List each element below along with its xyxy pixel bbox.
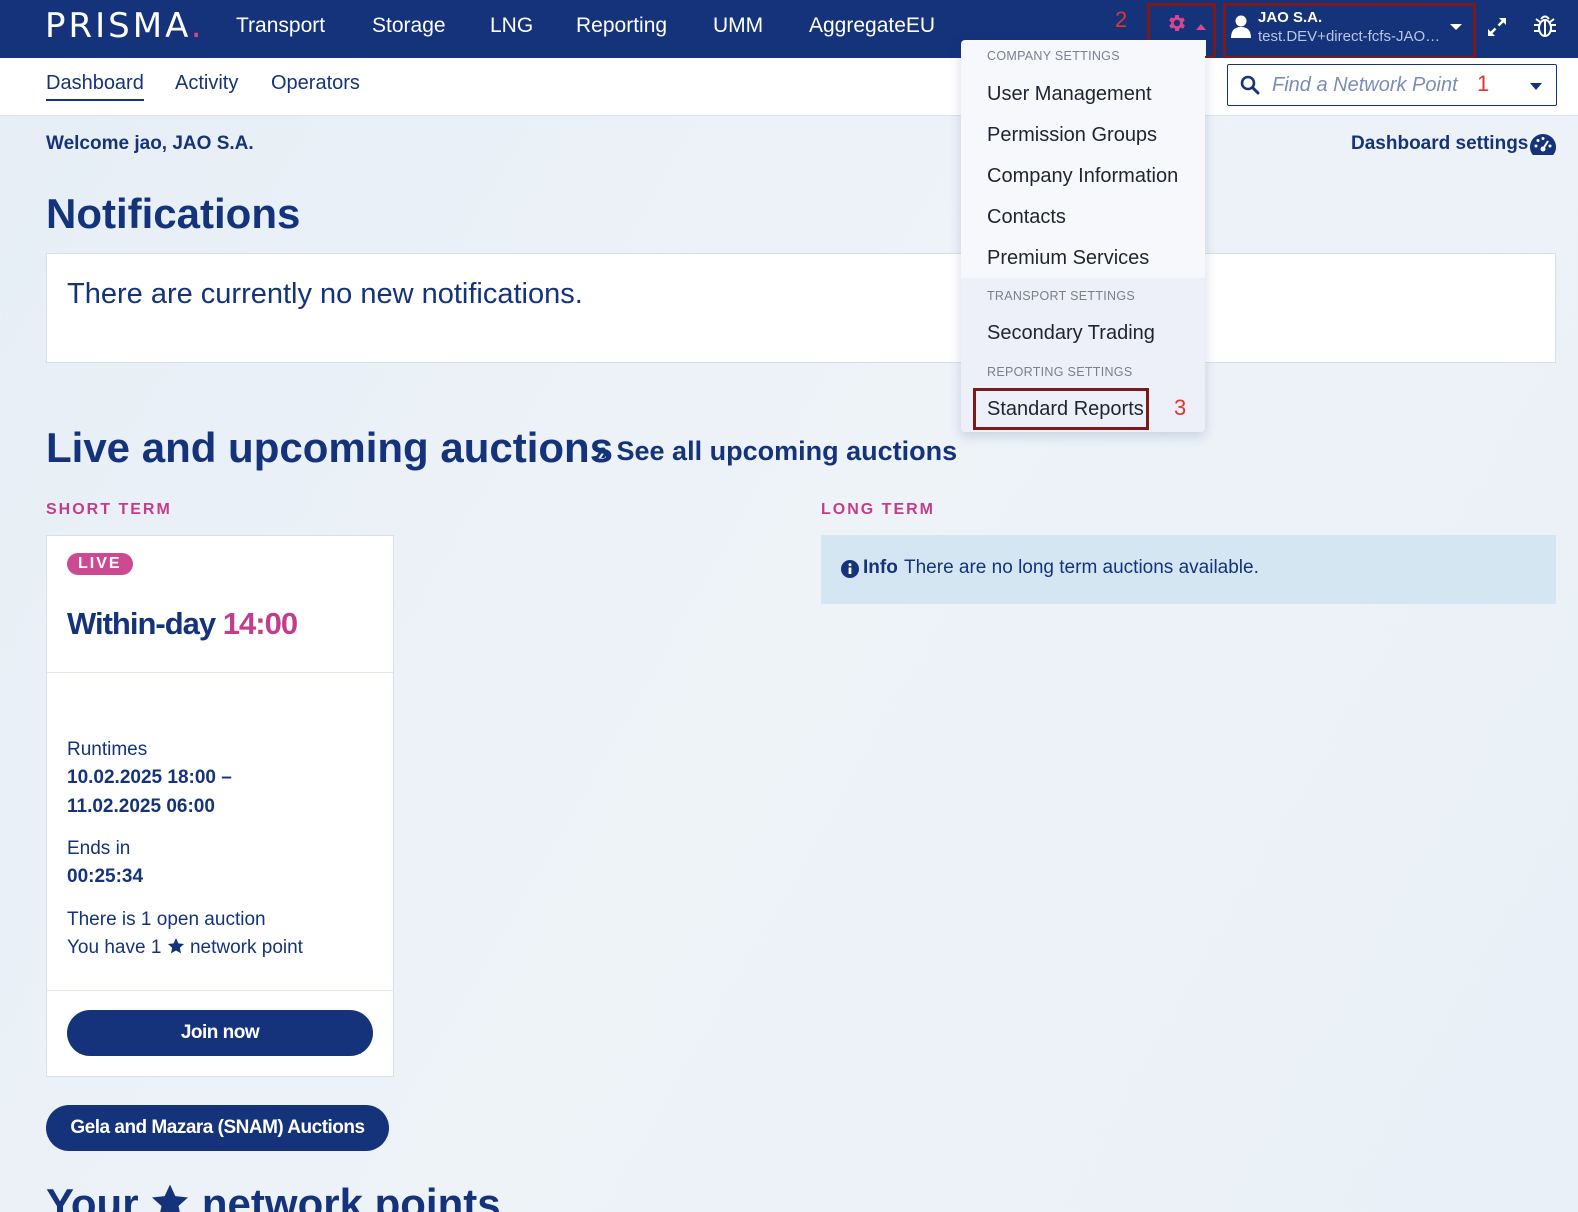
chevron-down-icon[interactable]: [1530, 83, 1542, 90]
nav-storage[interactable]: Storage: [372, 14, 446, 38]
info-icon: [841, 560, 859, 578]
info-label: Info: [863, 557, 898, 578]
runtime-end: 11.02.2025 06:00: [67, 796, 215, 817]
long-term-info-box: Info There are no long term auctions ava…: [821, 535, 1556, 604]
top-navigation-bar: PRISMA. Transport Storage LNG Reporting …: [0, 0, 1578, 60]
auction-card-title: Within-day 14:00: [67, 606, 298, 641]
bug-icon[interactable]: [1533, 13, 1557, 39]
ends-in-label: Ends in: [67, 838, 131, 859]
auctions-title: Live and upcoming auctions: [46, 424, 614, 471]
your-network-points-title: Your network points: [46, 1180, 501, 1212]
dashboard-settings-link[interactable]: Dashboard settings: [1351, 133, 1528, 155]
see-all-auctions-link[interactable]: » See all upcoming auctions: [594, 436, 957, 467]
annotation-2: 2: [1115, 7, 1128, 32]
open-auctions-text: There is 1 open auction: [67, 909, 266, 930]
tab-activity[interactable]: Activity: [175, 72, 238, 95]
auction-card-within-day: LIVE Within-day 14:00 Runtimes 10.02.202…: [46, 535, 394, 1077]
nav-transport[interactable]: Transport: [236, 14, 325, 38]
star-icon: [167, 938, 184, 954]
nav-umm[interactable]: UMM: [713, 14, 763, 38]
speedometer-icon[interactable]: [1529, 132, 1557, 158]
annotation-1: 1: [1477, 71, 1490, 96]
menu-item-user-management[interactable]: User Management: [987, 83, 1152, 106]
live-badge: LIVE: [67, 553, 133, 575]
annotation-3: 3: [1174, 395, 1187, 420]
gela-mazara-auctions-button[interactable]: Gela and Mazara (SNAM) Auctions: [46, 1105, 389, 1151]
runtime-start: 10.02.2025 18:00 –: [67, 767, 232, 788]
info-text: There are no long term auctions availabl…: [904, 557, 1259, 578]
long-term-label: LONG TERM: [821, 501, 935, 518]
nav-reporting[interactable]: Reporting: [576, 14, 667, 38]
highlight-box-standard-reports: [973, 388, 1149, 430]
nav-aggregateeu[interactable]: AggregateEU: [809, 14, 935, 38]
runtimes-label: Runtimes: [67, 739, 148, 760]
notifications-panel: There are currently no new notifications…: [46, 253, 1556, 363]
notifications-empty-text: There are currently no new notifications…: [67, 278, 583, 310]
tab-dashboard[interactable]: Dashboard: [46, 72, 144, 101]
highlight-box-user: [1223, 3, 1476, 59]
join-now-button[interactable]: Join now: [67, 1010, 373, 1056]
expand-icon[interactable]: [1486, 16, 1508, 38]
short-term-label: SHORT TERM: [46, 501, 172, 518]
network-points-text: You have 1 network point: [67, 937, 303, 958]
menu-item-permission-groups[interactable]: Permission Groups: [987, 124, 1157, 147]
prisma-logo[interactable]: PRISMA.: [45, 6, 205, 46]
card-divider: [47, 672, 393, 673]
nav-lng[interactable]: LNG: [490, 14, 533, 38]
tab-operators[interactable]: Operators: [271, 72, 360, 95]
notifications-title: Notifications: [46, 190, 301, 237]
welcome-message: Welcome jao, JAO S.A.: [46, 133, 254, 154]
network-point-search[interactable]: [1227, 64, 1557, 106]
settings-dropdown-menu: COMPANY SETTINGS User Management Permiss…: [961, 40, 1205, 432]
company-settings-header: COMPANY SETTINGS: [987, 49, 1120, 63]
menu-item-contacts[interactable]: Contacts: [987, 206, 1066, 229]
menu-item-premium-services[interactable]: Premium Services: [987, 247, 1149, 270]
reporting-settings-header: REPORTING SETTINGS: [987, 365, 1133, 379]
menu-item-company-information[interactable]: Company Information: [987, 165, 1178, 188]
transport-settings-header: TRANSPORT SETTINGS: [987, 289, 1136, 303]
search-icon: [1240, 75, 1260, 95]
ends-in-value: 00:25:34: [67, 866, 144, 887]
menu-item-secondary-trading[interactable]: Secondary Trading: [987, 322, 1155, 345]
star-icon: [152, 1184, 189, 1212]
card-divider: [47, 990, 393, 991]
